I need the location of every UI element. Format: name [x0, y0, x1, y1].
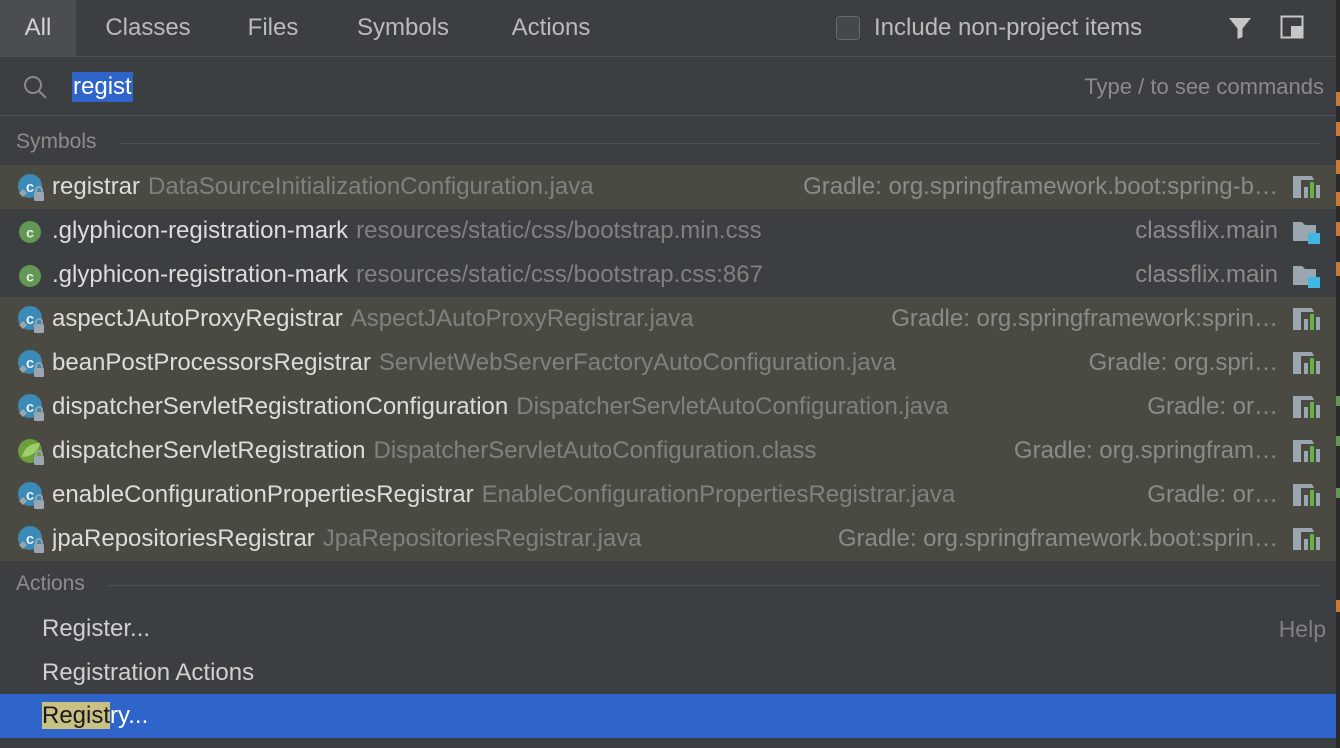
symbol-name: .glyphicon-registration-mark [52, 261, 349, 288]
library-icon [1293, 396, 1320, 418]
svg-text:c: c [26, 399, 34, 416]
tab-classes[interactable]: Classes [82, 0, 214, 56]
symbol-name: aspectJAutoProxyRegistrar [52, 305, 343, 332]
symbol-file: resources/static/css/bootstrap.css:867 [356, 261, 763, 288]
tab-bar: All Classes Files Symbols Actions Includ… [0, 0, 1336, 57]
library-icon [1293, 484, 1320, 506]
symbol-file: EnableConfigurationPropertiesRegistrar.j… [481, 481, 956, 508]
search-icon [24, 76, 47, 99]
result-row-dispatcher-registration[interactable]: dispatcherServletRegistration DispatcherS… [0, 429, 1336, 473]
filter-icon[interactable] [1226, 14, 1254, 42]
symbol-file: JpaRepositoriesRegistrar.java [322, 525, 642, 552]
symbol-file: ServletWebServerFactoryAutoConfiguration… [378, 349, 896, 376]
symbol-location: Gradle: org.springframework.boot:sprin… [837, 525, 1278, 552]
action-label: Registry... [42, 694, 148, 738]
library-icon [1293, 308, 1320, 330]
spring-bean-icon [18, 439, 44, 465]
css-class-icon: c [19, 221, 41, 243]
class-locked-icon: c [18, 306, 44, 333]
class-locked-icon: c [18, 526, 44, 553]
include-non-project-checkbox[interactable] [836, 16, 860, 40]
library-icon [1293, 528, 1320, 550]
svg-text:c: c [26, 355, 34, 372]
class-locked-icon: c [18, 174, 44, 201]
search-hint: Type / to see commands [1084, 74, 1324, 99]
symbol-name: enableConfigurationPropertiesRegistrar [52, 481, 474, 508]
svg-text:c: c [26, 531, 34, 548]
tab-files[interactable]: Files [230, 0, 316, 56]
class-locked-icon: c [18, 482, 44, 509]
module-folder-icon [1293, 266, 1320, 288]
section-header-symbols: Symbols [0, 120, 1336, 164]
tab-actions[interactable]: Actions [490, 0, 612, 56]
svg-text:c: c [26, 311, 34, 328]
library-icon [1293, 352, 1320, 374]
symbol-location: Gradle: org.spri… [1088, 349, 1278, 376]
action-label: Register... [42, 615, 151, 642]
symbol-name: .glyphicon-registration-mark [52, 217, 349, 244]
library-icon [1293, 176, 1320, 198]
action-label: Registration Actions [42, 659, 255, 686]
svg-text:c: c [26, 179, 34, 196]
symbol-location: classflix.main [1135, 261, 1278, 288]
open-in-window-icon[interactable] [1280, 15, 1304, 39]
search-row: regist Type / to see commands [0, 57, 1336, 116]
editor-gutter-strip [1336, 0, 1340, 748]
symbol-location: Gradle: or… [1147, 393, 1278, 420]
symbol-name: dispatcherServletRegistrationConfigurati… [52, 393, 509, 420]
result-row-glyphicon-min[interactable]: c .glyphicon-registration-mark resources/… [0, 209, 1336, 253]
tab-all[interactable]: All [0, 0, 76, 56]
tab-symbols[interactable]: Symbols [336, 0, 470, 56]
action-registry[interactable]: Registry... [0, 694, 1336, 738]
class-locked-icon: c [18, 350, 44, 377]
action-group-hint: Help [1278, 616, 1326, 642]
svg-text:c: c [26, 269, 34, 285]
symbol-location: Gradle: org.springframework.boot:spring-… [803, 173, 1278, 200]
result-row-jpa-repositories[interactable]: c jpaRepositoriesRegistrar JpaRepositorie… [0, 517, 1336, 561]
symbol-location: Gradle: org.springfram… [1013, 437, 1278, 464]
symbol-location: classflix.main [1135, 217, 1278, 244]
match-highlight: Regist [42, 702, 111, 729]
library-icon [1293, 440, 1320, 462]
symbol-name: beanPostProcessorsRegistrar [52, 349, 371, 376]
action-registration-actions[interactable]: Registration Actions [0, 651, 1336, 695]
symbol-file: DataSourceInitializationConfiguration.ja… [148, 173, 594, 200]
action-register[interactable]: Register... Help [0, 607, 1336, 651]
symbol-name: dispatcherServletRegistration [52, 437, 366, 464]
symbol-name: registrar [52, 173, 141, 200]
symbol-name: jpaRepositoriesRegistrar [52, 525, 315, 552]
result-row-aspectj[interactable]: c aspectJAutoProxyRegistrar AspectJAutoPr… [0, 297, 1336, 341]
css-class-icon: c [19, 265, 41, 287]
result-row-glyphicon-css[interactable]: c .glyphicon-registration-mark resources/… [0, 253, 1336, 297]
symbol-file: resources/static/css/bootstrap.min.css [356, 217, 762, 244]
svg-text:c: c [26, 487, 34, 504]
search-input[interactable]: regist [72, 72, 133, 102]
section-divider [120, 143, 1320, 144]
symbol-location: Gradle: or… [1147, 481, 1278, 508]
class-locked-icon: c [18, 394, 44, 421]
result-row-bean-post-processors[interactable]: c beanPostProcessorsRegistrar ServletWebS… [0, 341, 1336, 385]
symbol-file: AspectJAutoProxyRegistrar.java [350, 305, 694, 332]
include-non-project-toggle[interactable]: Include non-project items [836, 13, 1142, 43]
section-header-actions: Actions [0, 562, 1336, 606]
section-label-symbols: Symbols [16, 130, 97, 153]
module-folder-icon [1293, 222, 1320, 244]
result-row-registrar[interactable]: c registrar DataSourceInitializationConfi… [0, 165, 1336, 209]
result-row-dispatcher-config[interactable]: c dispatcherServletRegistrationConfigura… [0, 385, 1336, 429]
result-row-enable-config-props[interactable]: c enableConfigurationPropertiesRegistrar… [0, 473, 1336, 517]
svg-text:c: c [26, 225, 34, 241]
symbol-file: DispatcherServletAutoConfiguration.class [373, 437, 817, 464]
action-label-rest: ry... [110, 702, 149, 729]
symbol-file: DispatcherServletAutoConfiguration.java [516, 393, 949, 420]
section-divider [108, 585, 1320, 586]
search-everywhere-popup: All Classes Files Symbols Actions Includ… [0, 0, 1340, 748]
section-label-actions: Actions [16, 572, 85, 595]
include-non-project-label: Include non-project items [874, 14, 1143, 41]
symbol-location: Gradle: org.springframework:sprin… [891, 305, 1278, 332]
